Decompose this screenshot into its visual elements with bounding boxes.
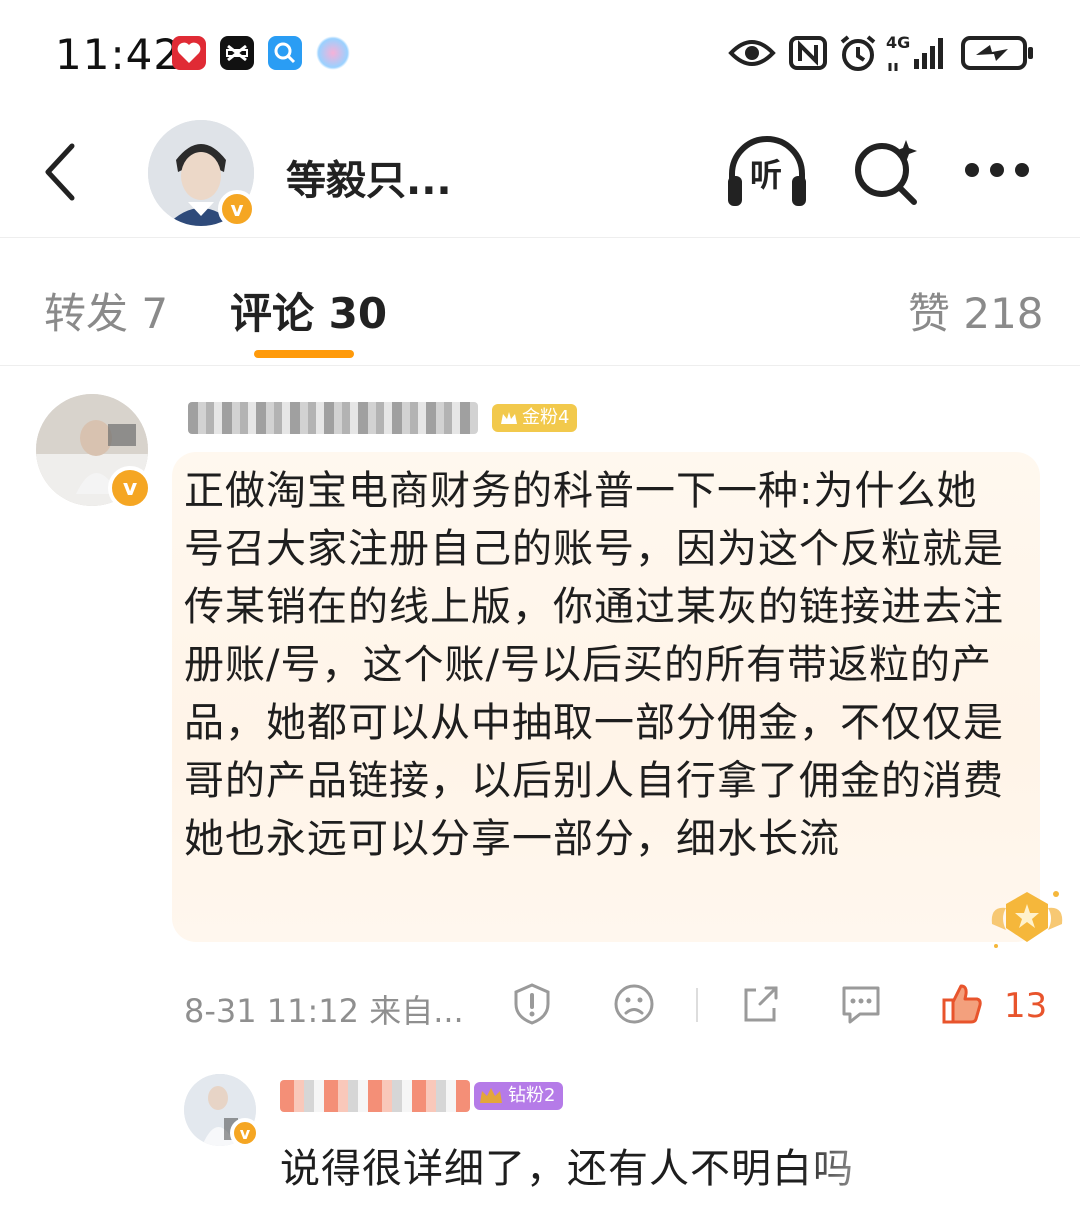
report-icon[interactable] — [510, 982, 554, 1026]
reply-text[interactable]: 说得很详细了，还有人不明白吗 — [280, 1136, 854, 1194]
nfc-icon — [789, 36, 827, 70]
fan-level-badge: 钻粉2 — [474, 1082, 564, 1110]
comment-actions: 8-31 11:12 来自... 13 — [184, 982, 1054, 1032]
bottom-fade — [800, 1140, 1080, 1206]
listen-button[interactable]: 听 — [724, 132, 810, 216]
listen-label: 听 — [750, 156, 783, 194]
crown-icon — [501, 412, 517, 424]
battery-icon — [961, 36, 1033, 70]
search-app-icon — [268, 36, 302, 70]
back-arrow-icon[interactable] — [40, 142, 80, 202]
reply-name-redacted[interactable] — [280, 1080, 470, 1112]
verified-badge-icon: v — [230, 1118, 260, 1148]
tab-repost[interactable]: 转发 7 — [44, 280, 168, 341]
diamond-crown-icon — [480, 1088, 502, 1103]
tab-bar: 转发 7 评论 30 赞 218 — [0, 238, 1080, 366]
search-icon[interactable] — [850, 136, 922, 208]
reply-comment-icon[interactable] — [838, 982, 884, 1026]
fan-level-badge: 金粉4 — [492, 404, 578, 432]
tab-comment[interactable]: 评论 30 — [230, 280, 387, 341]
status-time: 11:42 — [55, 30, 182, 79]
medal-icon — [991, 891, 1063, 948]
fan-badge-label: 钻粉2 — [508, 1085, 556, 1106]
like-thumb-icon[interactable] — [940, 982, 984, 1026]
top-nav-bar: v 等毅只... 听 — [0, 110, 1080, 238]
signal-icon: 4G — [886, 33, 950, 73]
tab-like[interactable]: 赞 218 — [908, 280, 1044, 341]
active-tab-indicator — [254, 350, 354, 358]
heart-app-icon — [172, 36, 206, 70]
status-icons: 4G — [728, 30, 1036, 76]
action-divider — [696, 988, 698, 1022]
verified-badge-icon: v — [108, 466, 152, 510]
comment-text[interactable]: 正做淘宝电商财务的科普一下一种:为什么她号召大家注册自己的账号，因为这个反粒就是… — [184, 462, 1014, 868]
eye-icon — [728, 40, 776, 66]
author-name[interactable]: 等毅只... — [286, 148, 452, 206]
fan-badge-label: 金粉4 — [522, 407, 570, 428]
verified-badge-icon: v — [218, 190, 256, 228]
capcut-icon — [220, 36, 254, 70]
commenter-name-redacted[interactable] — [188, 402, 478, 434]
like-count: 13 — [1004, 986, 1048, 1026]
comment-timestamp: 8-31 11:12 来自... — [184, 992, 464, 1030]
more-icon[interactable] — [962, 160, 1032, 180]
alarm-icon — [840, 35, 876, 71]
dislike-face-icon[interactable] — [612, 982, 656, 1026]
share-icon[interactable] — [738, 982, 782, 1026]
ai-app-icon — [316, 36, 350, 70]
status-bar: 11:42 4G — [0, 0, 1080, 110]
